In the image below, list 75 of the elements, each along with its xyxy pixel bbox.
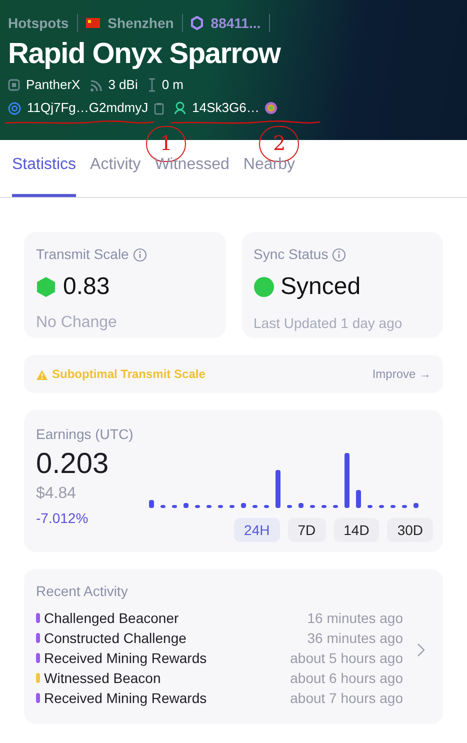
warning-text: Suboptimal Transmit Scale bbox=[52, 366, 206, 383]
hotspot-name: Rapid Onyx Sparrow bbox=[8, 37, 282, 72]
spec-label: 0 m bbox=[162, 76, 184, 94]
stat-note: No Change bbox=[36, 313, 118, 333]
activity-time: 36 minutes ago bbox=[307, 628, 403, 648]
wallet-address[interactable]: 14Sk3G6… bbox=[192, 98, 260, 118]
info-icon bbox=[332, 248, 346, 262]
avatar-icon bbox=[265, 102, 278, 114]
chevron-right-icon bbox=[417, 642, 425, 656]
chart-bar bbox=[310, 505, 315, 508]
breadcrumb-item[interactable]: Shenzhen bbox=[108, 12, 174, 34]
tab[interactable]: Statistics bbox=[12, 153, 76, 197]
chart-bar bbox=[264, 505, 269, 508]
chart-bar bbox=[390, 505, 396, 508]
wallet-address[interactable]: 11Qj7Fg…G2mdmyJ bbox=[27, 98, 148, 118]
copy-icon bbox=[154, 102, 164, 114]
chart-bar bbox=[149, 500, 154, 508]
chart-bar bbox=[368, 505, 372, 508]
height-icon bbox=[148, 78, 156, 92]
earnings-label: Earnings (UTC) bbox=[36, 425, 134, 444]
activity-time: about 7 hours ago bbox=[290, 688, 403, 708]
chart-bar bbox=[287, 505, 292, 508]
chart-bar bbox=[298, 503, 304, 508]
chart-bar bbox=[356, 490, 361, 508]
chart-bar bbox=[402, 505, 407, 508]
activity-label: Challenged Beaconer bbox=[44, 608, 180, 628]
flag-icon bbox=[86, 18, 100, 28]
activity-label: Received Mining Rewards bbox=[44, 688, 208, 708]
activity-label: Witnessed Beacon bbox=[44, 668, 162, 688]
chart-bar bbox=[230, 505, 234, 508]
chart-bar bbox=[218, 505, 223, 508]
info-icon bbox=[132, 248, 147, 262]
activity-label: Received Mining Rewards bbox=[44, 648, 208, 668]
spec-label: 3 dBi bbox=[108, 76, 138, 94]
improve-link[interactable]: Improve → bbox=[372, 365, 431, 383]
activity-label: Constructed Challenge bbox=[44, 628, 188, 648]
earnings-change: -7.012% bbox=[36, 509, 90, 528]
earnings-usd: $4.84 bbox=[36, 484, 78, 504]
activity-time: about 6 hours ago bbox=[290, 668, 403, 688]
chart-bar bbox=[206, 505, 212, 508]
chart-bar bbox=[172, 505, 177, 508]
activity-time: about 5 hours ago bbox=[290, 648, 403, 668]
stat-value: 0.83 bbox=[63, 272, 110, 302]
stat-note: Last Updated 1 day ago bbox=[254, 314, 404, 333]
range-button[interactable]: 24H bbox=[234, 518, 280, 542]
chart-bar bbox=[160, 505, 166, 508]
recent-activity-title: Recent Activity bbox=[36, 582, 129, 601]
range-button[interactable]: 30D bbox=[387, 518, 433, 542]
chip-icon bbox=[8, 79, 20, 91]
chart-bar bbox=[276, 470, 280, 508]
stat-value: Synced bbox=[280, 272, 361, 302]
chart-bar bbox=[322, 505, 326, 508]
chart-bar bbox=[241, 503, 246, 508]
activity-card[interactable] bbox=[24, 569, 443, 724]
chart-bar bbox=[414, 503, 418, 508]
chart-bar bbox=[379, 505, 384, 508]
activity-time: 16 minutes ago bbox=[307, 608, 403, 628]
signal-icon bbox=[90, 78, 102, 92]
range-button[interactable]: 7D bbox=[288, 518, 326, 542]
chart-bar bbox=[333, 505, 338, 508]
stat-title: Transmit Scale bbox=[36, 245, 129, 264]
breadcrumb-item[interactable]: 88411... bbox=[210, 12, 261, 34]
warning-icon bbox=[36, 368, 48, 380]
chart-bar bbox=[344, 453, 350, 508]
spec-label: PantherX bbox=[26, 76, 80, 94]
chart-bar bbox=[252, 505, 258, 508]
stat-title: Sync Status bbox=[254, 245, 328, 264]
user-icon bbox=[174, 101, 186, 115]
breadcrumb-link[interactable]: Hotspots bbox=[8, 12, 69, 34]
chart-bar bbox=[195, 505, 200, 508]
hexagon-icon bbox=[190, 16, 203, 30]
chart-bar bbox=[184, 503, 188, 508]
earnings-amount: 0.203 bbox=[36, 447, 110, 482]
range-button[interactable]: 14D bbox=[334, 518, 380, 542]
tab[interactable]: Activity bbox=[90, 153, 141, 197]
